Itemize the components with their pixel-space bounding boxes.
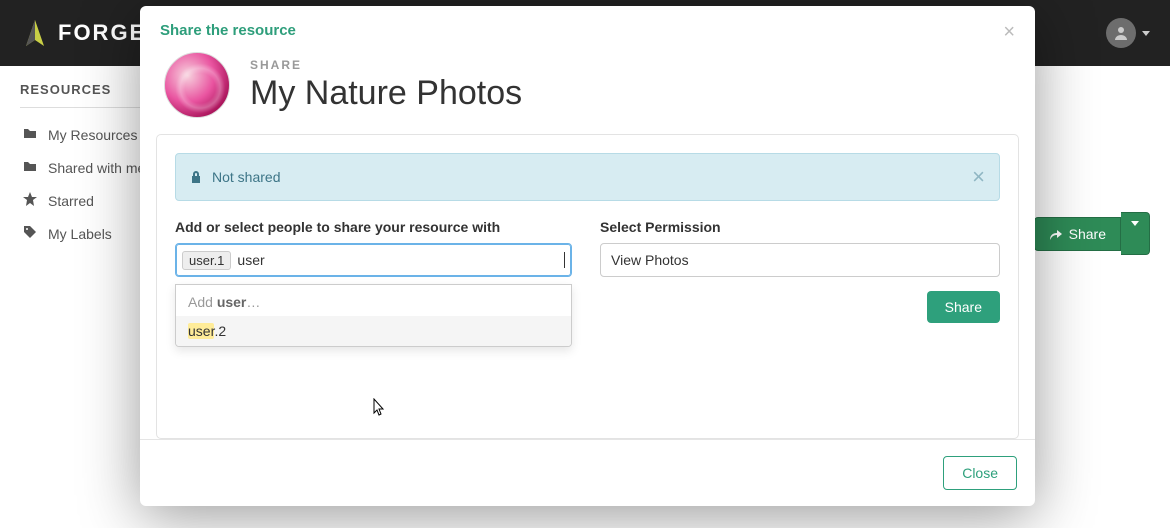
avatar-icon: [1106, 18, 1136, 48]
tag-icon: [22, 225, 38, 242]
modal-title: Share the resource: [160, 22, 296, 39]
autocomplete-add-line[interactable]: Add user…: [176, 285, 571, 316]
sidebar-item-label: Starred: [48, 193, 94, 209]
share-confirm-button[interactable]: Share: [927, 291, 1000, 323]
share-button-label: Share: [1069, 226, 1106, 242]
folder-icon: [22, 126, 38, 143]
folder-icon: [22, 159, 38, 176]
alert-text: Not shared: [212, 169, 280, 185]
share-status-alert: Not shared ×: [175, 153, 1000, 201]
user-token[interactable]: user.1: [182, 251, 231, 270]
alert-close-icon[interactable]: ×: [972, 166, 985, 188]
share-arrow-icon: [1049, 227, 1063, 241]
add-suffix: …: [246, 294, 260, 310]
permission-select[interactable]: View Photos: [600, 243, 1000, 277]
option-rest: .2: [214, 323, 226, 339]
share-modal: Share the resource × SHARE My Nature Pho…: [140, 6, 1035, 506]
star-icon: [22, 192, 38, 209]
mouse-cursor-icon: [370, 398, 386, 418]
sidebar-item-label: My Resources: [48, 127, 137, 143]
people-autocomplete-dropdown: Add user… user.2: [175, 284, 572, 347]
chevron-down-icon: [1142, 31, 1150, 36]
close-button[interactable]: Close: [943, 456, 1017, 490]
modal-eyebrow: SHARE: [250, 58, 522, 72]
people-input[interactable]: user.1 user: [175, 243, 572, 277]
brand-name: FORGE: [58, 20, 146, 46]
add-prefix: Add: [188, 294, 217, 310]
close-icon[interactable]: ×: [1003, 22, 1015, 42]
people-field-label: Add or select people to share your resou…: [175, 219, 572, 235]
user-menu[interactable]: [1106, 18, 1150, 48]
share-button[interactable]: Share: [1034, 217, 1121, 251]
logo: FORGE: [20, 18, 146, 48]
option-highlight: user: [188, 323, 214, 339]
lock-icon: [190, 170, 202, 184]
add-query: user: [217, 294, 247, 310]
sidebar-item-label: Shared with me: [48, 160, 145, 176]
logo-mark-icon: [20, 18, 50, 48]
people-input-text[interactable]: user: [235, 251, 562, 269]
resource-title: My Nature Photos: [250, 74, 522, 113]
text-cursor: [564, 252, 565, 268]
share-split-button: Share: [1034, 212, 1150, 255]
sidebar-item-label: My Labels: [48, 226, 112, 242]
permission-value: View Photos: [611, 252, 689, 268]
resource-thumbnail: [164, 52, 230, 118]
autocomplete-option[interactable]: user.2: [176, 316, 571, 346]
share-button-dropdown[interactable]: [1121, 212, 1150, 255]
chevron-down-icon: [1131, 221, 1139, 241]
permission-field-label: Select Permission: [600, 219, 1000, 235]
